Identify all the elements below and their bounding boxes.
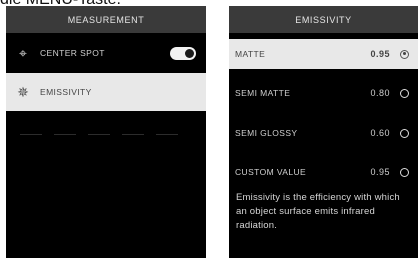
center-spot-toggle[interactable] [170,46,196,60]
option-label: CUSTOM VALUE [235,167,307,177]
option-value: 0.80 [370,88,390,98]
option-label: SEMI MATTE [235,88,291,98]
option-matte[interactable]: MATTE 0.95 [229,39,418,69]
radio-icon[interactable] [400,128,409,138]
option-value: 0.95 [370,167,390,177]
option-label: MATTE [235,49,266,59]
emissivity-description: Emissivity is the efficiency with which … [236,192,400,231]
crosshair-icon: ⌖ [19,44,27,61]
radio-selected-icon[interactable] [400,49,409,59]
menu-item-center-spot[interactable]: ⌖ CENTER SPOT [6,36,206,70]
measurement-header: MEASUREMENT [6,6,206,33]
faded-divider [20,134,182,135]
option-custom-value[interactable]: CUSTOM VALUE 0.95 [229,157,418,187]
emissivity-sun-icon: ✵ [17,83,29,100]
option-semi-glossy[interactable]: SEMI GLOSSY 0.60 [229,118,418,148]
emissivity-screen: EMISSIVITY MATTE 0.95 SEMI MATTE 0.80 SE… [229,6,418,258]
menu-item-emissivity[interactable]: ✵ EMISSIVITY [6,73,206,111]
option-value: 0.60 [370,128,390,138]
option-semi-matte[interactable]: SEMI MATTE 0.80 [229,78,418,108]
option-label: SEMI GLOSSY [235,128,298,138]
menu-item-label: CENTER SPOT [40,48,105,58]
radio-icon[interactable] [400,88,409,98]
radio-icon[interactable] [400,167,409,177]
option-value: 0.95 [370,49,390,59]
emissivity-header: EMISSIVITY [229,6,418,33]
toggle-knob [185,48,194,58]
measurement-screen: MEASUREMENT ⌖ CENTER SPOT ✵ EMISSIVITY [6,6,206,258]
menu-item-label: EMISSIVITY [40,87,92,97]
